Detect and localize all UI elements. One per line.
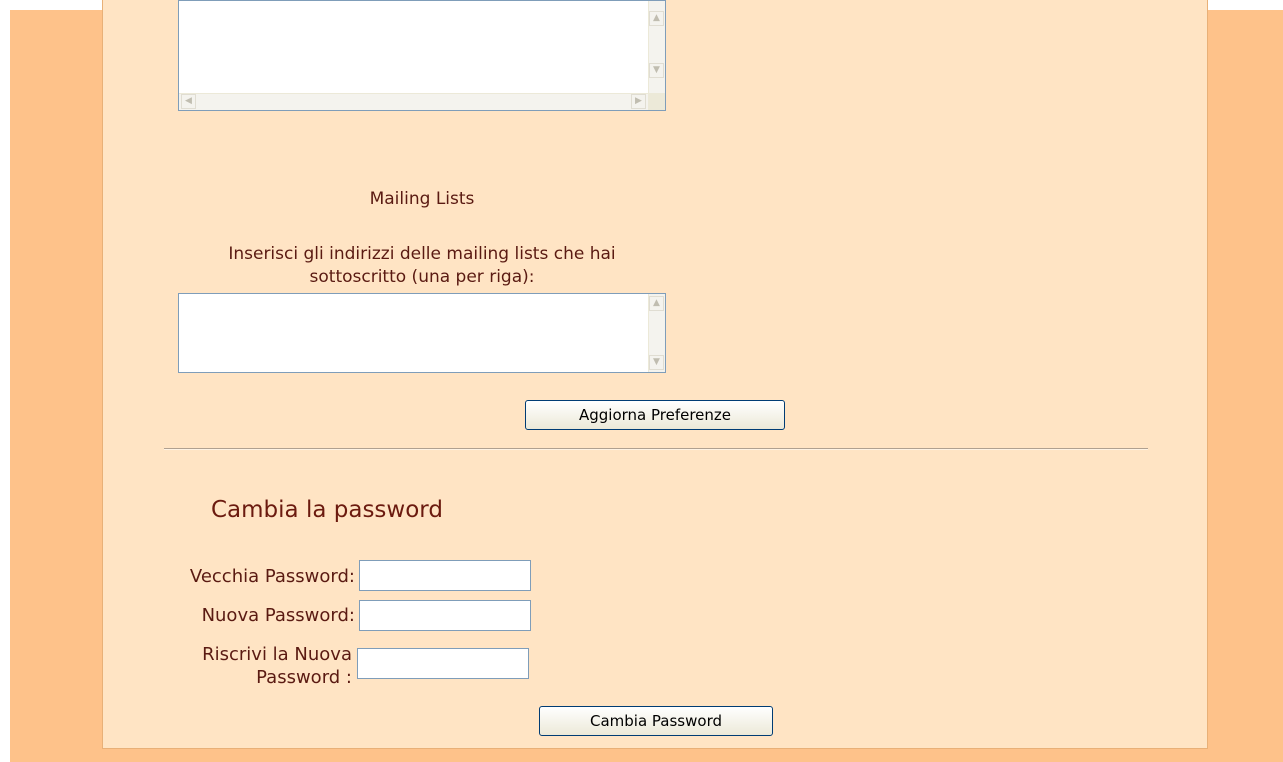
change-password-button[interactable]: Cambia Password — [539, 706, 773, 736]
top-textarea-vertical-scrollbar[interactable]: ▲ ▼ — [648, 1, 665, 95]
scroll-down-icon[interactable]: ▼ — [649, 355, 664, 370]
old-password-label: Vecchia Password: — [189, 566, 355, 587]
scroll-right-icon[interactable]: ▶ — [631, 94, 646, 109]
mailing-lists-textarea[interactable]: ▲ ▼ — [178, 293, 666, 373]
update-preferences-button[interactable]: Aggiorna Preferenze — [525, 400, 785, 430]
repeat-password-input[interactable] — [357, 648, 529, 679]
new-password-label: Nuova Password: — [201, 605, 355, 626]
left-strip — [0, 0, 10, 762]
mailing-lists-instruction-line1: Inserisci gli indirizzi delle mailing li… — [228, 244, 616, 264]
scroll-left-icon[interactable]: ◀ — [181, 94, 196, 109]
scroll-up-icon[interactable]: ▲ — [649, 296, 664, 311]
repeat-password-label-line1: Riscrivi la Nuova — [202, 644, 352, 665]
repeat-password-label-line2: Password : — [256, 667, 352, 688]
mailing-textarea-vertical-scrollbar[interactable]: ▲ ▼ — [648, 294, 665, 372]
new-password-input[interactable] — [359, 600, 531, 631]
top-textarea-horizontal-scrollbar[interactable]: ◀ ▶ — [179, 93, 648, 110]
top-textarea[interactable]: ▲ ▼ ◀ ▶ — [178, 0, 666, 111]
scroll-up-icon[interactable]: ▲ — [649, 11, 664, 26]
content-panel — [102, 0, 1208, 749]
old-password-input[interactable] — [359, 560, 531, 591]
scroll-down-icon[interactable]: ▼ — [649, 63, 664, 78]
scrollbar-corner — [648, 93, 665, 110]
mailing-lists-title: Mailing Lists — [369, 189, 475, 209]
change-password-heading: Cambia la password — [211, 497, 443, 523]
section-divider — [164, 448, 1148, 450]
mailing-lists-instruction-line2: sottoscritto (una per riga): — [309, 267, 535, 287]
